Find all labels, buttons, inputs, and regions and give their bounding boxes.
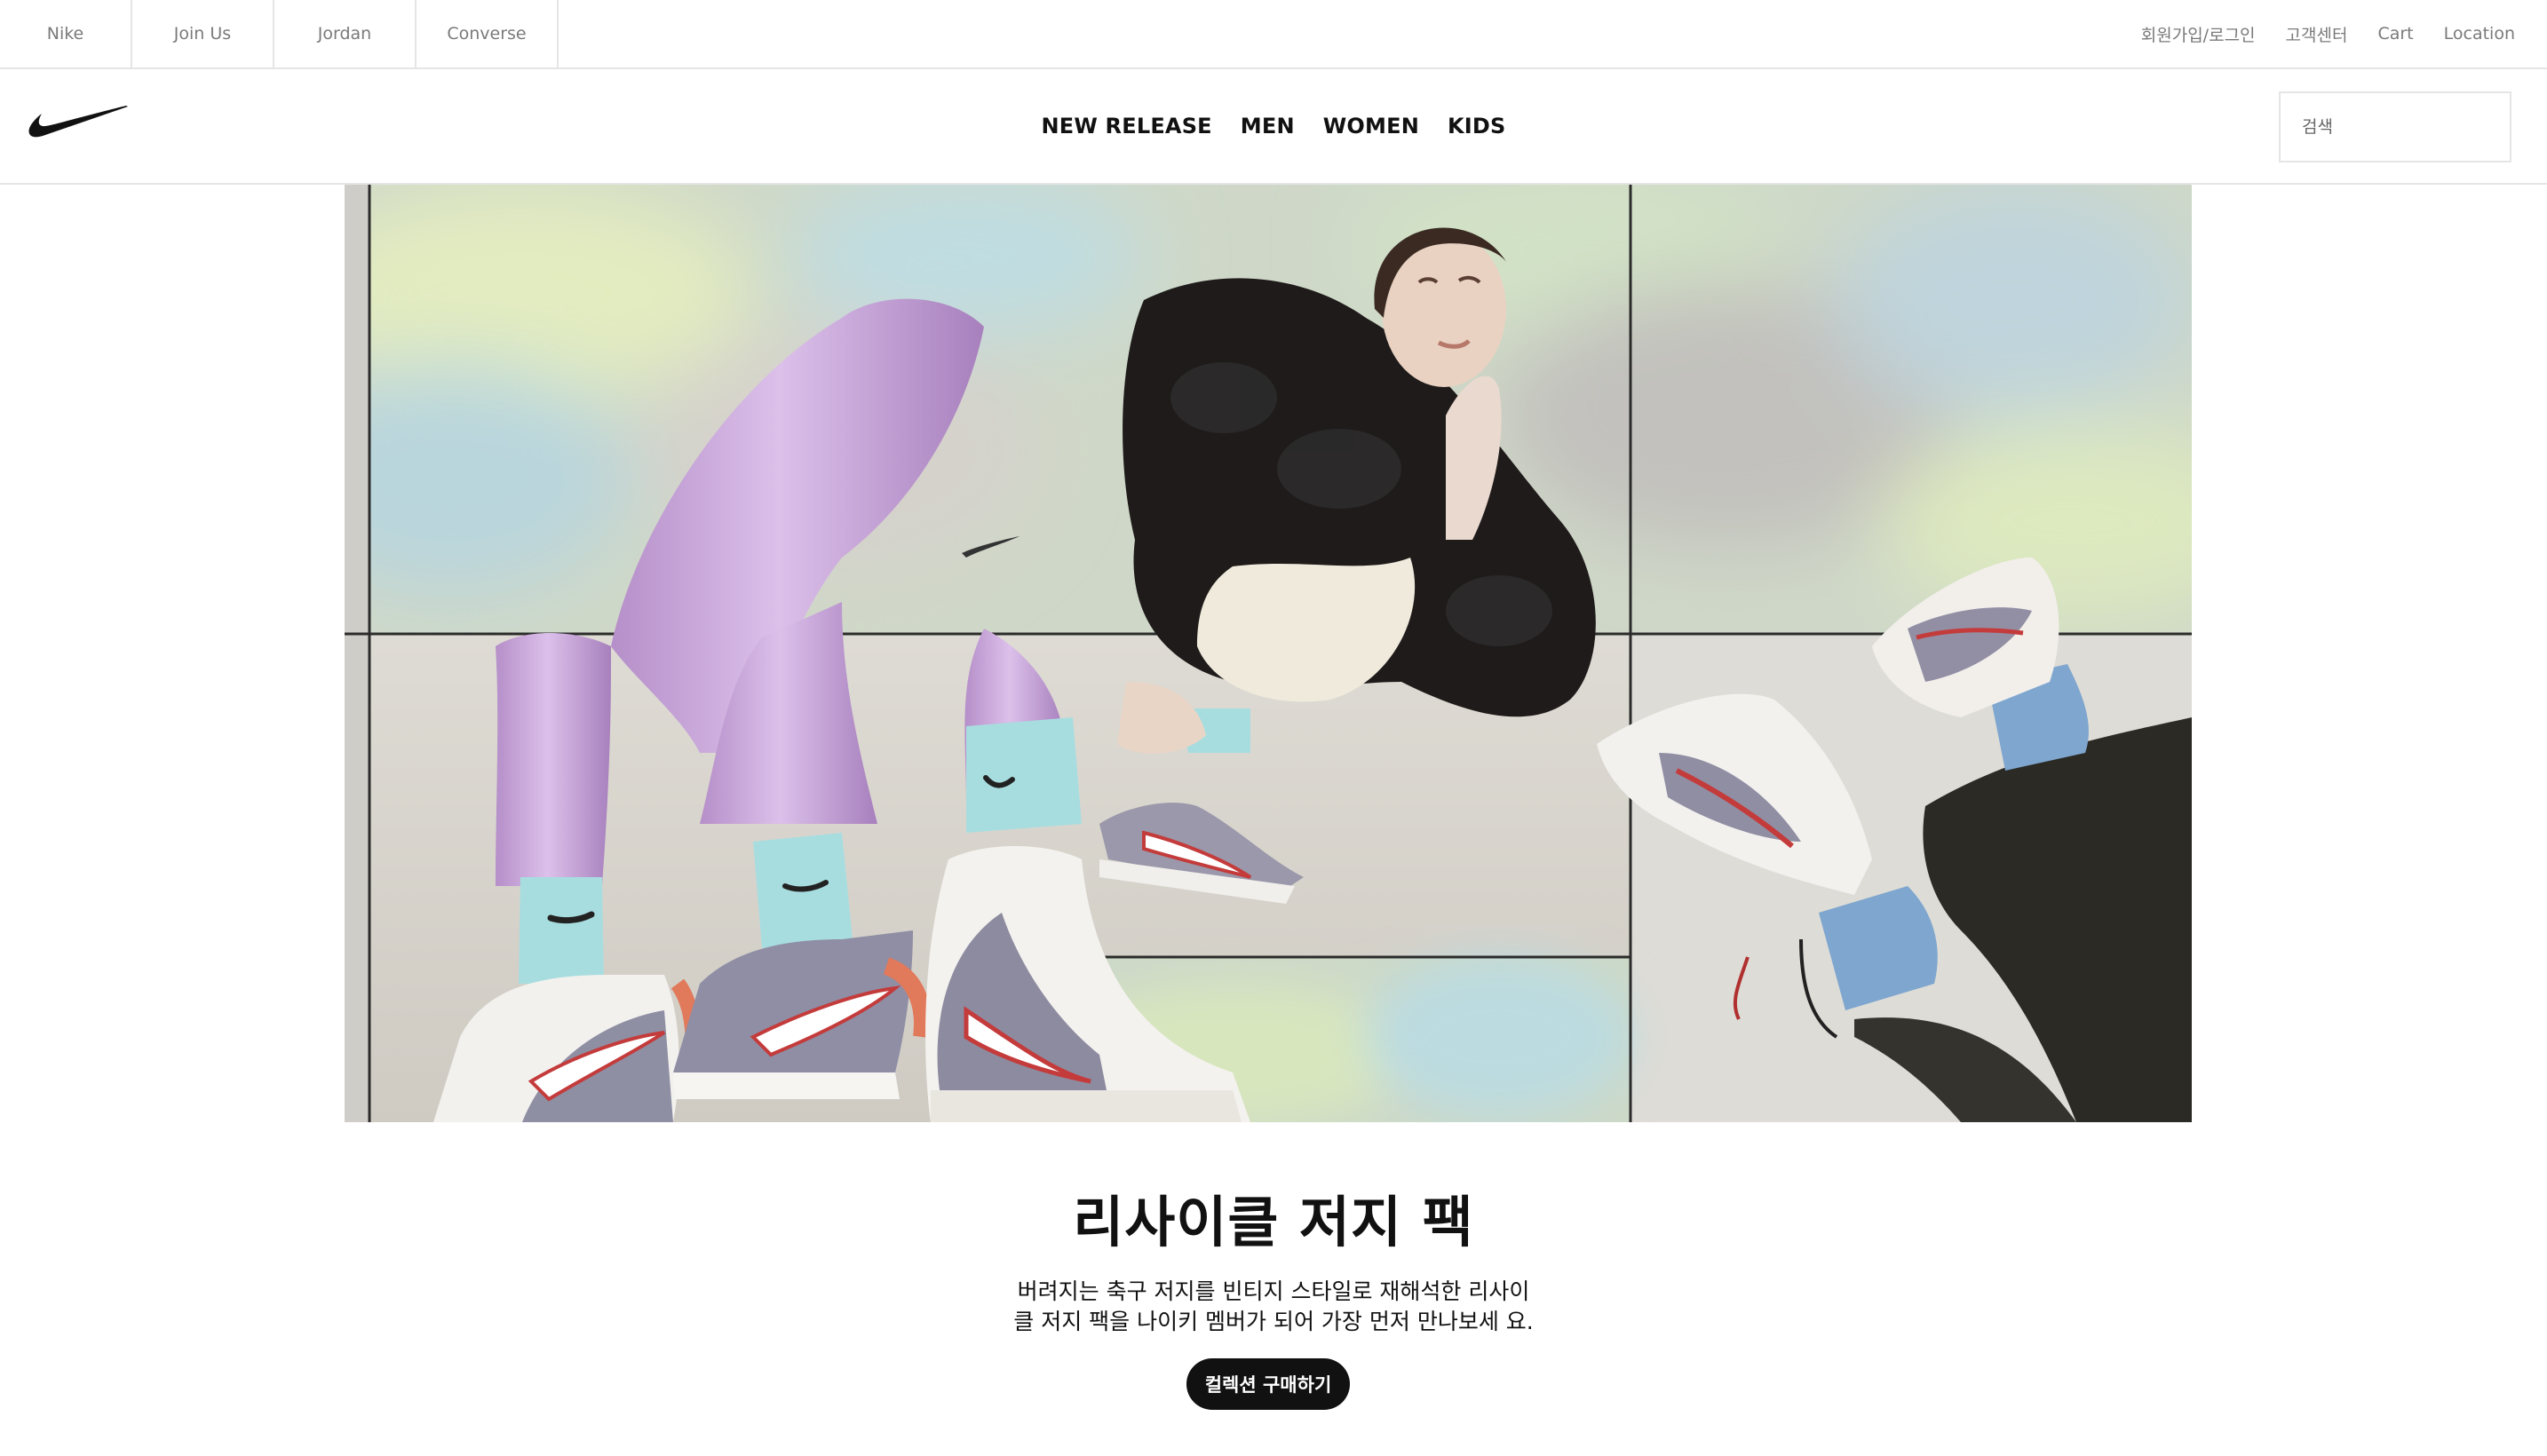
brand-tabs: Nike Join Us Jordan Converse bbox=[0, 0, 559, 67]
nav-new-release[interactable]: NEW RELEASE bbox=[1041, 114, 1211, 138]
signup-login-link[interactable]: 회원가입/로그인 bbox=[2141, 22, 2256, 46]
brand-tab-nike[interactable]: Nike bbox=[0, 0, 132, 67]
brand-tab-join-us[interactable]: Join Us bbox=[132, 0, 274, 67]
brand-tab-converse[interactable]: Converse bbox=[417, 0, 559, 67]
search-input[interactable] bbox=[2281, 93, 2510, 161]
customer-center-link[interactable]: 고객센터 bbox=[2286, 22, 2348, 46]
promo-description-line-2: 클 저지 팩을 나이키 멤버가 되어 가장 먼저 만나보세 요. bbox=[1013, 1309, 1534, 1334]
hero-illustration bbox=[345, 185, 2192, 1122]
brand-tab-jordan[interactable]: Jordan bbox=[274, 0, 417, 67]
main-header: NEW RELEASE MEN WOMEN KIDS bbox=[0, 69, 2547, 185]
utility-links: 회원가입/로그인 고객센터 Cart Location bbox=[2141, 0, 2515, 67]
promo-description: 버려지는 축구 저지를 빈티지 스타일로 재해석한 리사이 클 저지 팩을 나이… bbox=[1012, 1277, 1535, 1337]
shop-collection-button[interactable]: 컬렉션 구매하기 bbox=[1186, 1358, 1350, 1410]
main-nav: NEW RELEASE MEN WOMEN KIDS bbox=[0, 69, 2547, 183]
utility-bar: Nike Join Us Jordan Converse 회원가입/로그인 고객… bbox=[0, 0, 2547, 69]
location-link[interactable]: Location bbox=[2444, 24, 2515, 44]
nav-women[interactable]: WOMEN bbox=[1323, 114, 1419, 138]
cart-link[interactable]: Cart bbox=[2377, 24, 2413, 44]
nav-men[interactable]: MEN bbox=[1241, 114, 1295, 138]
nav-kids[interactable]: KIDS bbox=[1448, 114, 1506, 138]
search-box bbox=[2279, 91, 2511, 162]
promo-title: 리사이클 저지 팩 bbox=[1073, 1190, 1474, 1254]
promo-description-line-1: 버려지는 축구 저지를 빈티지 스타일로 재해석한 리사이 bbox=[1017, 1278, 1530, 1304]
hero-photo-image[interactable] bbox=[345, 185, 2192, 1122]
